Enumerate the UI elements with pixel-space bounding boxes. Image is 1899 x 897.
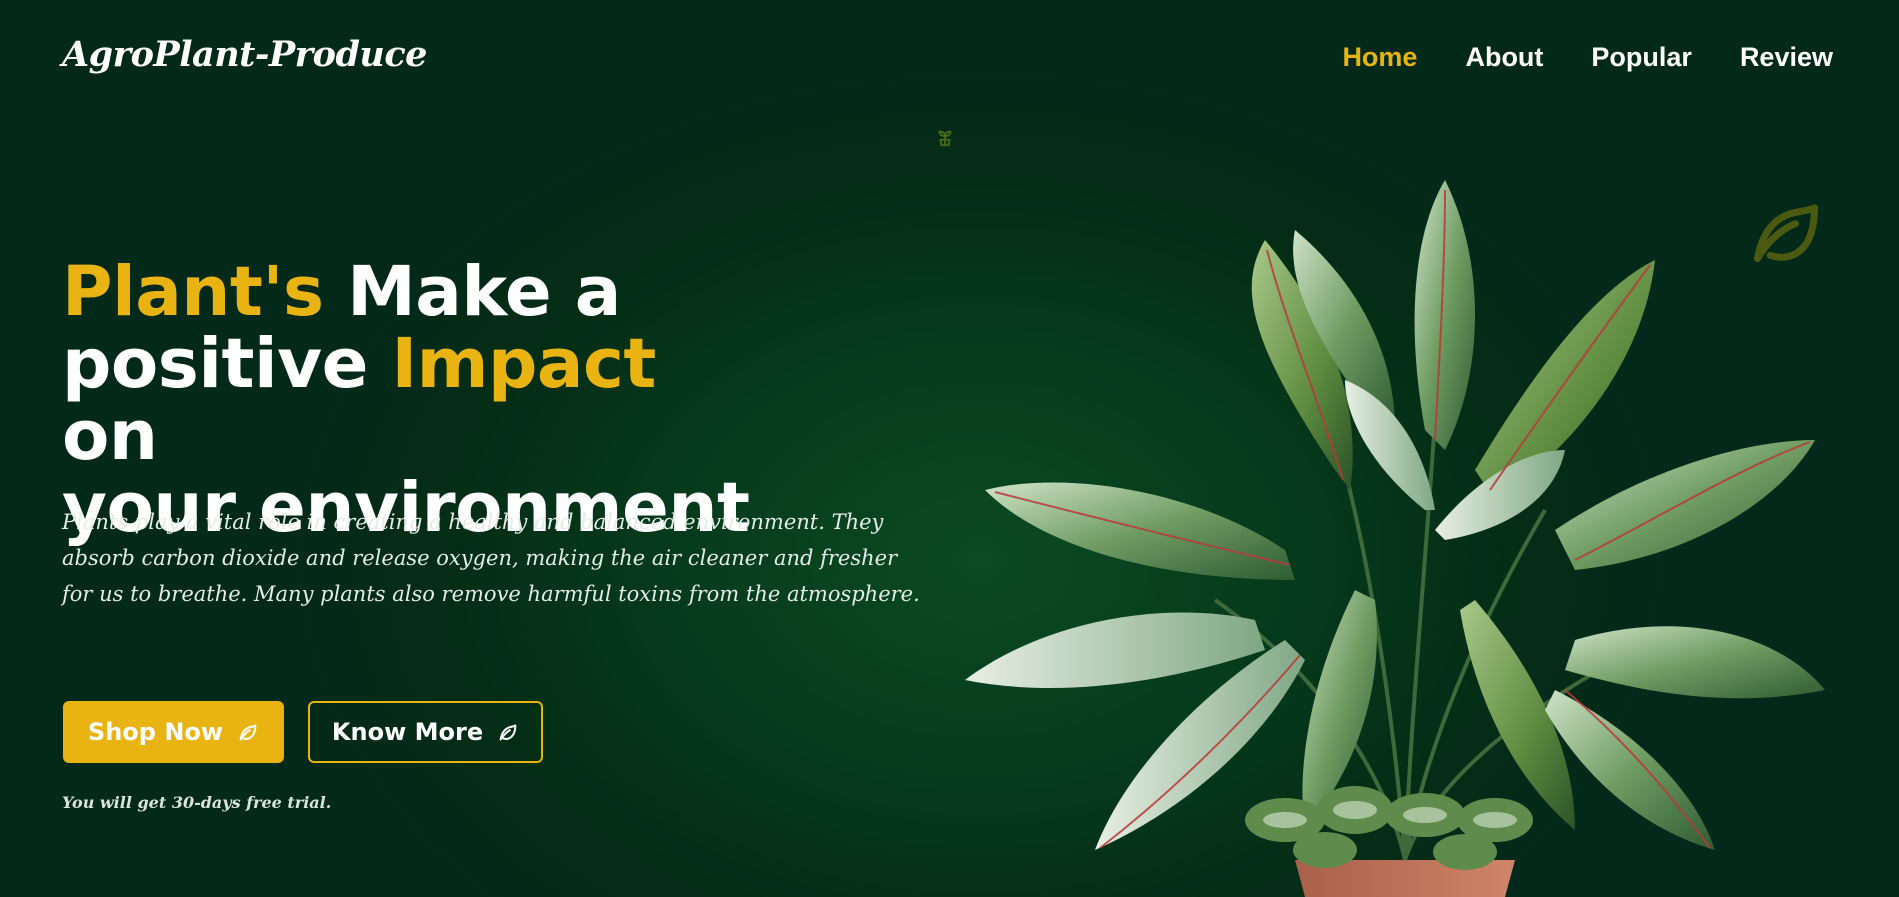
nav-about[interactable]: About xyxy=(1465,42,1543,73)
landing-page: AgroPlant-Produce Home About Popular Rev… xyxy=(0,0,1899,897)
hero-title-segment: positive xyxy=(62,324,392,404)
brand-logo[interactable]: AgroPlant-Produce xyxy=(62,34,427,75)
trial-note: You will get 30-days free trial. xyxy=(62,793,332,812)
plant-image xyxy=(965,180,1825,897)
hero-title: Plant's Make a positive Impact on your e… xyxy=(62,256,762,544)
leaf-icon xyxy=(499,724,517,741)
nav-home[interactable]: Home xyxy=(1342,42,1417,73)
know-more-button[interactable]: Know More xyxy=(308,701,543,763)
hero-description: Plants play a vital role in creating a h… xyxy=(62,510,920,606)
know-more-label: Know More xyxy=(331,718,484,746)
hero-title-segment: on xyxy=(62,396,158,476)
leaf-icon xyxy=(239,724,257,741)
hero-title-segment: Make a xyxy=(323,252,621,332)
shop-now-button[interactable]: Shop Now xyxy=(63,701,284,763)
main-nav: Home About Popular Review xyxy=(1342,42,1833,73)
nav-popular[interactable]: Popular xyxy=(1591,42,1692,73)
shop-now-label: Shop Now xyxy=(87,718,224,746)
sprout-icon xyxy=(938,130,952,147)
hero-title-highlight-2: Impact xyxy=(391,324,656,404)
hero-title-highlight-1: Plant's xyxy=(62,252,324,332)
nav-review[interactable]: Review xyxy=(1740,42,1833,73)
